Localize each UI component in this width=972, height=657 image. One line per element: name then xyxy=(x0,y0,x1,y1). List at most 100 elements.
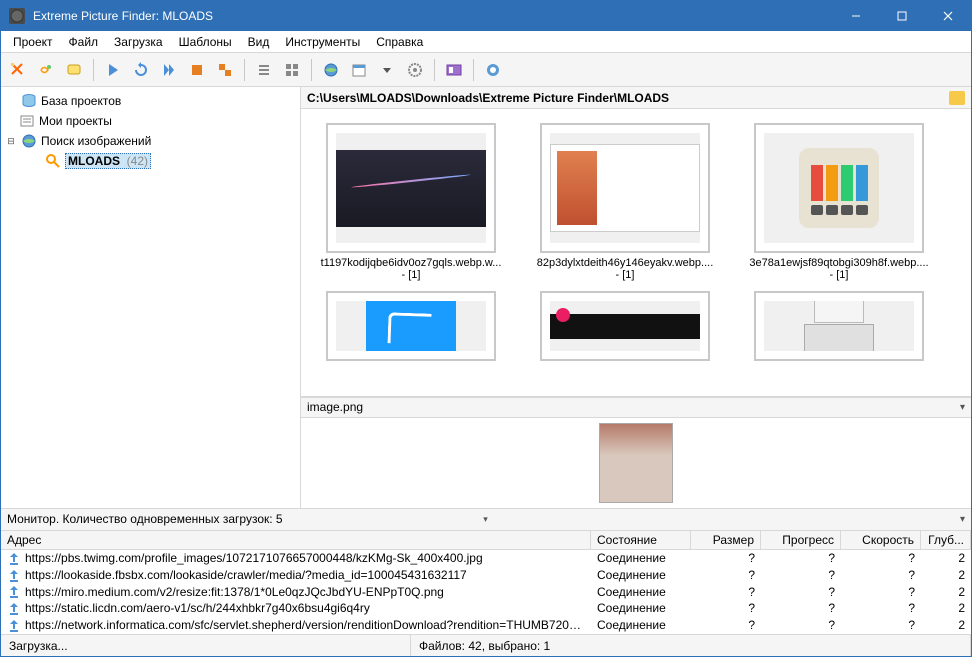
monitor-table: Адрес Состояние Размер Прогресс Скорость… xyxy=(1,531,971,634)
row-speed: ? xyxy=(841,585,921,600)
download-monitor: Монитор. Количество одновременных загруз… xyxy=(1,508,971,634)
help-button[interactable] xyxy=(480,57,506,83)
row-progress: ? xyxy=(761,618,841,633)
menu-tools[interactable]: Инструменты xyxy=(277,33,368,51)
edit-project-button[interactable] xyxy=(33,57,59,83)
close-button[interactable] xyxy=(925,1,971,31)
projects-icon xyxy=(19,113,35,129)
row-speed: ? xyxy=(841,601,921,616)
thumbnail-item[interactable]: 82p3dylxtdeith46y146eyakv.webp.... - [1] xyxy=(525,123,725,281)
main-area: База проектов Мои проекты ⊟ Поиск изобра… xyxy=(1,87,971,508)
globe-button[interactable] xyxy=(318,57,344,83)
menu-download[interactable]: Загрузка xyxy=(106,33,171,51)
menu-file[interactable]: Файл xyxy=(61,33,107,51)
row-progress: ? xyxy=(761,568,841,583)
chevron-down-icon[interactable]: ▾ xyxy=(960,514,965,525)
row-depth: 2 xyxy=(921,618,971,633)
minimize-button[interactable] xyxy=(833,1,879,31)
thumbnail-item[interactable] xyxy=(525,291,725,361)
open-folder-button[interactable] xyxy=(949,91,965,105)
col-address[interactable]: Адрес xyxy=(1,531,591,549)
col-speed[interactable]: Скорость xyxy=(841,531,921,549)
toolbar-separator xyxy=(473,59,474,81)
thumb-name: t1197kodijqbe6idv0oz7gqls.webp.w... xyxy=(316,257,506,269)
row-progress: ? xyxy=(761,551,841,566)
gallery-button[interactable] xyxy=(441,57,467,83)
note-button[interactable] xyxy=(61,57,87,83)
tree-item-active-project[interactable]: MLOADS (42) xyxy=(5,151,296,171)
col-state[interactable]: Состояние xyxy=(591,531,691,549)
monitor-row[interactable]: https://static.licdn.com/aero-v1/sc/h/24… xyxy=(1,600,971,617)
thumbnail-item[interactable]: t1197kodijqbe6idv0oz7gqls.webp.w... - [1… xyxy=(311,123,511,281)
monitor-row[interactable]: https://pbs.twimg.com/profile_images/107… xyxy=(1,550,971,567)
menu-help[interactable]: Справка xyxy=(368,33,431,51)
skip-button[interactable] xyxy=(156,57,182,83)
preview-filename: image.png xyxy=(307,400,960,414)
current-path: C:\Users\MLOADS\Downloads\Extreme Pictur… xyxy=(307,91,949,105)
thumbnail-item[interactable] xyxy=(311,291,511,361)
row-address: https://network.informatica.com/sfc/serv… xyxy=(1,618,591,633)
expander-icon[interactable]: ⊟ xyxy=(5,136,17,147)
row-address: https://lookaside.fbsbx.com/lookaside/cr… xyxy=(1,568,591,583)
row-speed: ? xyxy=(841,618,921,633)
row-progress: ? xyxy=(761,585,841,600)
settings-button[interactable] xyxy=(402,57,428,83)
monitor-columns: Адрес Состояние Размер Прогресс Скорость… xyxy=(1,531,971,550)
dropdown-arrow-button[interactable] xyxy=(374,57,400,83)
row-state: Соединение xyxy=(591,551,691,566)
chevron-down-icon[interactable]: ▾ xyxy=(960,402,965,413)
thumb-sub: - [1] xyxy=(402,269,421,281)
tree-label: MLOADS (42) xyxy=(65,153,151,169)
tree-item-projects[interactable]: Мои проекты xyxy=(5,111,296,131)
new-project-button[interactable] xyxy=(5,57,31,83)
menu-templates[interactable]: Шаблоны xyxy=(171,33,240,51)
stop-all-button[interactable] xyxy=(212,57,238,83)
row-depth: 2 xyxy=(921,601,971,616)
col-size[interactable]: Размер xyxy=(691,531,761,549)
path-bar: C:\Users\MLOADS\Downloads\Extreme Pictur… xyxy=(301,87,971,109)
calendar-button[interactable] xyxy=(346,57,372,83)
tree-item-search[interactable]: ⊟ Поиск изображений xyxy=(5,131,296,151)
project-tree: База проектов Мои проекты ⊟ Поиск изобра… xyxy=(1,87,301,508)
row-depth: 2 xyxy=(921,568,971,583)
monitor-row[interactable]: https://network.informatica.com/sfc/serv… xyxy=(1,617,971,634)
stop-button[interactable] xyxy=(184,57,210,83)
thumbnail-item[interactable] xyxy=(739,291,939,361)
row-depth: 2 xyxy=(921,551,971,566)
monitor-header[interactable]: Монитор. Количество одновременных загруз… xyxy=(1,509,971,531)
app-icon xyxy=(9,8,25,24)
thumbnail-item[interactable]: 3e78a1ewjsf89qtobgi309h8f.webp.... - [1] xyxy=(739,123,939,281)
row-size: ? xyxy=(691,551,761,566)
chevron-down-icon[interactable]: ▾ xyxy=(483,514,488,525)
row-size: ? xyxy=(691,601,761,616)
thumb-sub: - [1] xyxy=(830,269,849,281)
grid-button[interactable] xyxy=(279,57,305,83)
preview-header[interactable]: image.png ▾ xyxy=(301,398,971,418)
tree-item-db[interactable]: База проектов xyxy=(5,91,296,111)
toolbar-separator xyxy=(434,59,435,81)
row-size: ? xyxy=(691,568,761,583)
row-address: https://miro.medium.com/v2/resize:fit:13… xyxy=(1,585,591,600)
row-speed: ? xyxy=(841,551,921,566)
reload-button[interactable] xyxy=(128,57,154,83)
monitor-row[interactable]: https://lookaside.fbsbx.com/lookaside/cr… xyxy=(1,567,971,584)
database-icon xyxy=(21,93,37,109)
row-depth: 2 xyxy=(921,585,971,600)
toolbar-separator xyxy=(244,59,245,81)
monitor-row[interactable]: https://miro.medium.com/v2/resize:fit:13… xyxy=(1,584,971,601)
globe-icon xyxy=(21,133,37,149)
menu-project[interactable]: Проект xyxy=(5,33,61,51)
maximize-button[interactable] xyxy=(879,1,925,31)
toolbar-separator xyxy=(93,59,94,81)
play-button[interactable] xyxy=(100,57,126,83)
row-state: Соединение xyxy=(591,585,691,600)
thumbnail-grid[interactable]: t1197kodijqbe6idv0oz7gqls.webp.w... - [1… xyxy=(301,109,971,397)
toolbar-separator xyxy=(311,59,312,81)
list-button[interactable] xyxy=(251,57,277,83)
preview-body xyxy=(301,418,971,508)
col-progress[interactable]: Прогресс xyxy=(761,531,841,549)
toolbar xyxy=(1,53,971,87)
monitor-title: Монитор. Количество одновременных загруз… xyxy=(7,512,479,526)
col-depth[interactable]: Глуб... xyxy=(921,531,971,549)
menu-view[interactable]: Вид xyxy=(240,33,278,51)
